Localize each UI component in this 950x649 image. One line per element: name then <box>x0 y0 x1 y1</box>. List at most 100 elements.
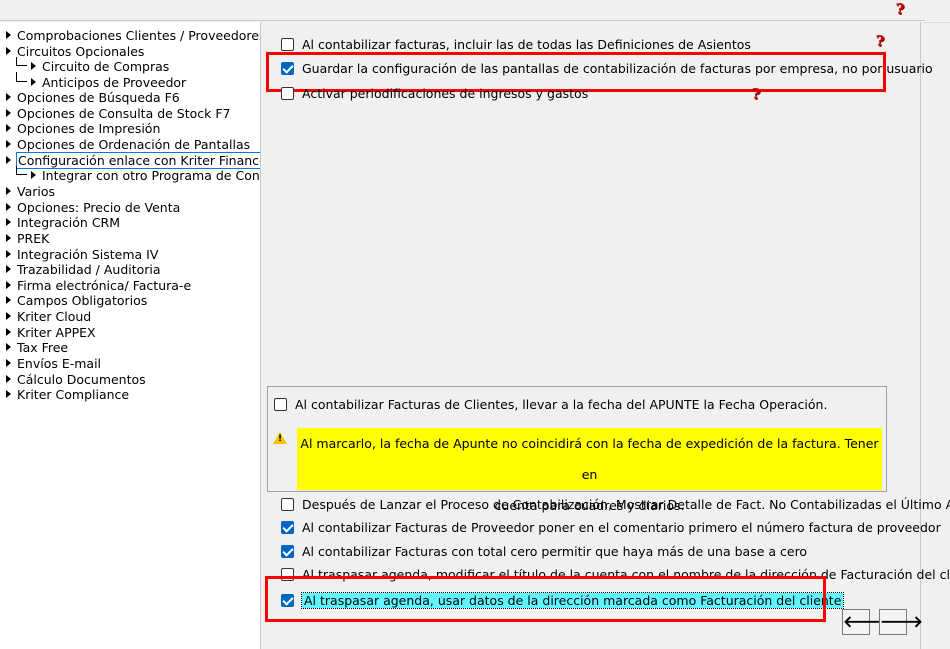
help-icon[interactable]: ? <box>893 1 907 17</box>
tree-item-precio-venta[interactable]: Opciones: Precio de Venta <box>6 200 180 215</box>
help-icon[interactable]: ? <box>749 86 763 102</box>
forward-button[interactable]: 🡒 <box>879 609 923 635</box>
tree-item-kriter-appex[interactable]: Kriter APPEX <box>6 325 96 340</box>
tree-item-varios[interactable]: Varios <box>6 184 55 199</box>
tree-item-label: Kriter Compliance <box>17 387 130 402</box>
tree-item-label: Opciones de Consulta de Stock F7 <box>17 106 231 121</box>
tree-item-label: Configuración enlace con Kriter Finances <box>15 152 260 169</box>
tree-item-crm[interactable]: Integración CRM <box>6 215 120 230</box>
tree-item-label: PREK <box>17 231 50 246</box>
tree-item-label: Firma electrónica/ Factura-e <box>17 278 192 293</box>
expand-arrow-icon[interactable] <box>6 124 11 132</box>
options-tree: Comprobaciones Clientes / Proveedores Ci… <box>0 22 261 649</box>
checkbox[interactable] <box>281 521 294 534</box>
expand-arrow-icon[interactable] <box>6 109 11 117</box>
tree-item-sistema-iv[interactable]: Integración Sistema IV <box>6 247 158 262</box>
focused-label: Al traspasar agenda, usar datos de la di… <box>300 592 845 609</box>
tree-item-integrar-contabilidad[interactable]: Integrar con otro Programa de Contabi <box>31 168 261 183</box>
checkbox[interactable] <box>274 398 287 411</box>
tree-item-calculo-documentos[interactable]: Cálculo Documentos <box>6 372 146 387</box>
expand-arrow-icon[interactable] <box>31 62 36 70</box>
expand-arrow-icon[interactable] <box>6 328 11 336</box>
option-label: Al contabilizar facturas, incluir las de… <box>302 37 751 52</box>
tree-item-campos-obligatorios[interactable]: Campos Obligatorios <box>6 293 147 308</box>
checkbox[interactable] <box>281 498 294 511</box>
tree-item-label: Kriter Cloud <box>17 309 92 324</box>
help-icon[interactable]: ? <box>873 33 887 49</box>
tree-connector <box>16 72 27 82</box>
tree-item-circuito-compras[interactable]: Circuito de Compras <box>31 59 169 74</box>
tree-item-label: Campos Obligatorios <box>17 293 148 308</box>
tree-item-label: Varios <box>17 184 56 199</box>
expand-arrow-icon[interactable] <box>6 265 11 273</box>
checkbox[interactable] <box>281 38 294 51</box>
tree-item-kriter-cloud[interactable]: Kriter Cloud <box>6 309 91 324</box>
tree-item-ordenacion-pantallas[interactable]: Opciones de Ordenación de Pantallas <box>6 137 250 152</box>
expand-arrow-icon[interactable] <box>6 47 11 55</box>
tree-item-label: Opciones: Precio de Venta <box>17 200 181 215</box>
expand-arrow-icon[interactable] <box>6 390 11 398</box>
checkbox[interactable] <box>281 545 294 558</box>
expand-arrow-icon[interactable] <box>6 281 11 289</box>
option-label: Al traspasar agenda, modificar el título… <box>302 567 950 582</box>
expand-arrow-icon[interactable] <box>6 375 11 383</box>
tree-item-trazabilidad[interactable]: Trazabilidad / Auditoria <box>6 262 161 277</box>
option-label: Al contabilizar Facturas con total cero … <box>302 544 808 559</box>
tree-item-label: Anticipos de Proveedor <box>42 75 187 90</box>
tree-item-label: Opciones de Búsqueda F6 <box>17 90 180 105</box>
tree-item-label: Opciones de Impresión <box>17 121 161 136</box>
tree-item-label: Kriter APPEX <box>17 325 96 340</box>
option-label: Al contabilizar Facturas de Proveedor po… <box>302 520 941 535</box>
checkbox[interactable] <box>281 62 294 75</box>
expand-arrow-icon[interactable] <box>6 203 11 211</box>
tree-item-kriter-compliance[interactable]: Kriter Compliance <box>6 387 129 402</box>
tree-connector <box>16 166 27 175</box>
expand-arrow-icon[interactable] <box>6 312 11 320</box>
tree-item-label: Trazabilidad / Auditoria <box>17 262 161 277</box>
tree-item-comprobaciones[interactable]: Comprobaciones Clientes / Proveedores <box>6 28 260 43</box>
checkbox[interactable] <box>281 87 294 100</box>
tree-item-tax-free[interactable]: Tax Free <box>6 340 68 355</box>
expand-arrow-icon[interactable] <box>6 359 11 367</box>
tree-item-label: Tax Free <box>17 340 69 355</box>
tree-item-label: Opciones de Ordenación de Pantallas <box>17 137 251 152</box>
tree-item-label: Cálculo Documentos <box>17 372 146 387</box>
tree-item-label: Integración Sistema IV <box>17 247 159 262</box>
tree-connector <box>16 57 27 66</box>
tree-item-impresion[interactable]: Opciones de Impresión <box>6 121 160 136</box>
expand-arrow-icon[interactable] <box>6 31 11 39</box>
tree-item-prek[interactable]: PREK <box>6 231 49 246</box>
expand-arrow-icon[interactable] <box>31 171 36 179</box>
tree-item-kriter-finances[interactable]: Configuración enlace con Kriter Finances <box>6 152 260 169</box>
expand-arrow-icon[interactable] <box>6 250 11 258</box>
warning-banner: Al marcarlo, la fecha de Apunte no coinc… <box>297 428 882 513</box>
top-strip <box>0 0 950 23</box>
tree-item-envios-email[interactable]: Envíos E-mail <box>6 356 101 371</box>
checkbox[interactable] <box>281 594 294 607</box>
expand-arrow-icon[interactable] <box>6 93 11 101</box>
warning-text-line1: Al marcarlo, la fecha de Apunte no coinc… <box>300 436 879 482</box>
tree-item-label: Integrar con otro Programa de Contabi <box>42 168 261 183</box>
back-button[interactable]: 🡐 <box>842 609 886 635</box>
warning-icon-mark: ! <box>278 434 283 444</box>
expand-arrow-icon[interactable] <box>6 343 11 351</box>
expand-arrow-icon[interactable] <box>6 187 11 195</box>
expand-arrow-icon[interactable] <box>6 156 11 164</box>
tree-item-label: Envíos E-mail <box>17 356 102 371</box>
option-label: Después de Lanzar el Proceso de Contabil… <box>302 497 950 512</box>
expand-arrow-icon[interactable] <box>31 78 36 86</box>
expand-arrow-icon[interactable] <box>6 140 11 148</box>
option-label: Al contabilizar Facturas de Clientes, ll… <box>295 397 828 412</box>
tree-item-busqueda-f6[interactable]: Opciones de Búsqueda F6 <box>6 90 180 105</box>
panel-border <box>920 22 921 649</box>
checkbox[interactable] <box>281 568 294 581</box>
expand-arrow-icon[interactable] <box>6 296 11 304</box>
tree-item-stock-f7[interactable]: Opciones de Consulta de Stock F7 <box>6 106 231 121</box>
expand-arrow-icon[interactable] <box>6 234 11 242</box>
tree-item-anticipos-proveedor[interactable]: Anticipos de Proveedor <box>31 75 186 90</box>
tree-item-label: Circuitos Opcionales <box>17 44 145 59</box>
arrow-right-icon: 🡒 <box>880 612 923 631</box>
expand-arrow-icon[interactable] <box>6 218 11 226</box>
tree-item-firma-electronica[interactable]: Firma electrónica/ Factura-e <box>6 278 191 293</box>
top-divider <box>0 20 925 21</box>
